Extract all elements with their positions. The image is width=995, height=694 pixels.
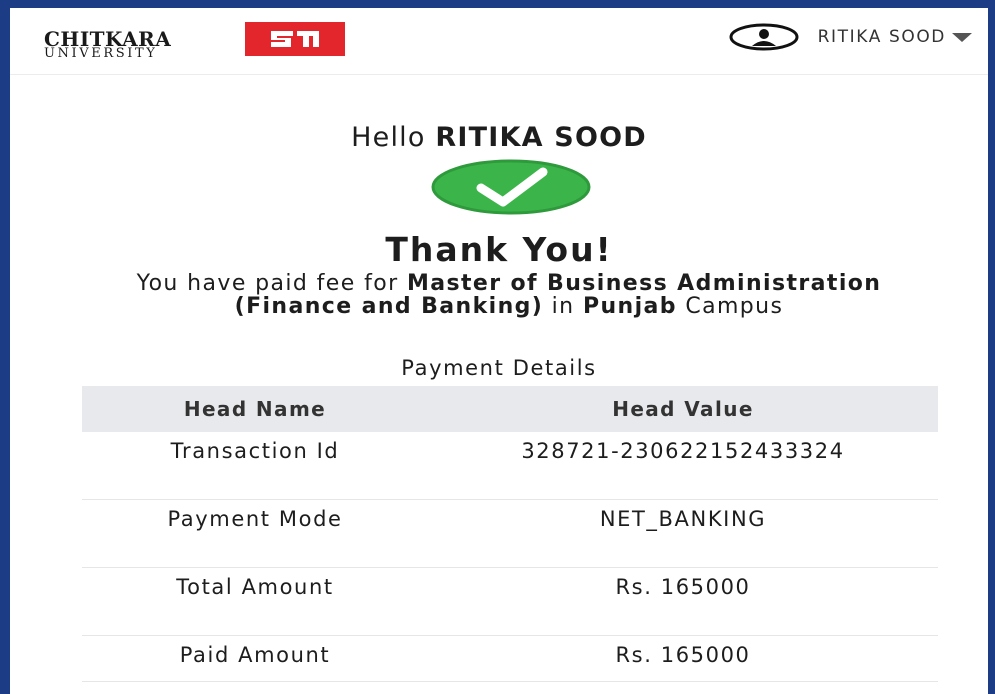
thank-you-heading: Thank You! — [385, 230, 613, 269]
message-prefix: You have paid fee for — [136, 271, 399, 296]
message-suffix: Campus — [685, 294, 784, 319]
check-circle-icon — [429, 158, 593, 216]
message-middle: in — [551, 294, 575, 319]
head-name-cell: Transaction Id — [170, 439, 340, 463]
table-header: Head Name Head Value — [82, 386, 938, 432]
head-name-cell: Paid Amount — [179, 643, 331, 667]
user-avatar-icon — [728, 22, 800, 52]
column-header-name: Head Name — [183, 397, 327, 421]
chevron-down-icon — [952, 32, 972, 42]
table-row: Total Amount Rs. 165000 — [82, 568, 938, 636]
payment-details-table: Head Name Head Value Transaction Id 3287… — [82, 386, 938, 682]
greeting-prefix: Hello — [351, 122, 426, 153]
head-value-cell: NET_BANKING — [599, 507, 767, 531]
logo-text: CHITKARA UNIVERSITY — [44, 29, 234, 61]
table-row: Payment Mode NET_BANKING — [82, 500, 938, 568]
page-frame: CHITKARA UNIVERSITY RITIKA SOOD Hello RI… — [10, 8, 988, 694]
greeting-heading: Hello RITIKA SOOD — [10, 122, 988, 153]
head-name-cell: Payment Mode — [167, 507, 343, 531]
payment-details-title: Payment Details — [401, 356, 597, 380]
head-name-cell: Total Amount — [176, 575, 334, 599]
campus-name: Punjab — [582, 294, 677, 319]
table-row: Paid Amount Rs. 165000 — [82, 636, 938, 682]
head-value-cell: Rs. 165000 — [615, 575, 751, 599]
logo-subtitle: UNIVERSITY — [44, 46, 158, 61]
head-value-cell: Rs. 165000 — [615, 643, 751, 667]
payment-message: You have paid fee for Master of Business… — [100, 272, 918, 318]
greeting-user-name: RITIKA SOOD — [435, 122, 647, 153]
column-header-value: Head Value — [612, 397, 754, 421]
user-menu-dropdown[interactable]: RITIKA SOOD — [728, 22, 972, 52]
head-value-cell: 328721-230622152433324 — [521, 439, 845, 463]
chitkara-monogram-icon — [245, 22, 345, 56]
user-name: RITIKA SOOD — [817, 27, 946, 47]
top-navbar: CHITKARA UNIVERSITY RITIKA SOOD — [10, 8, 988, 75]
table-row: Transaction Id 328721-230622152433324 — [82, 432, 938, 500]
